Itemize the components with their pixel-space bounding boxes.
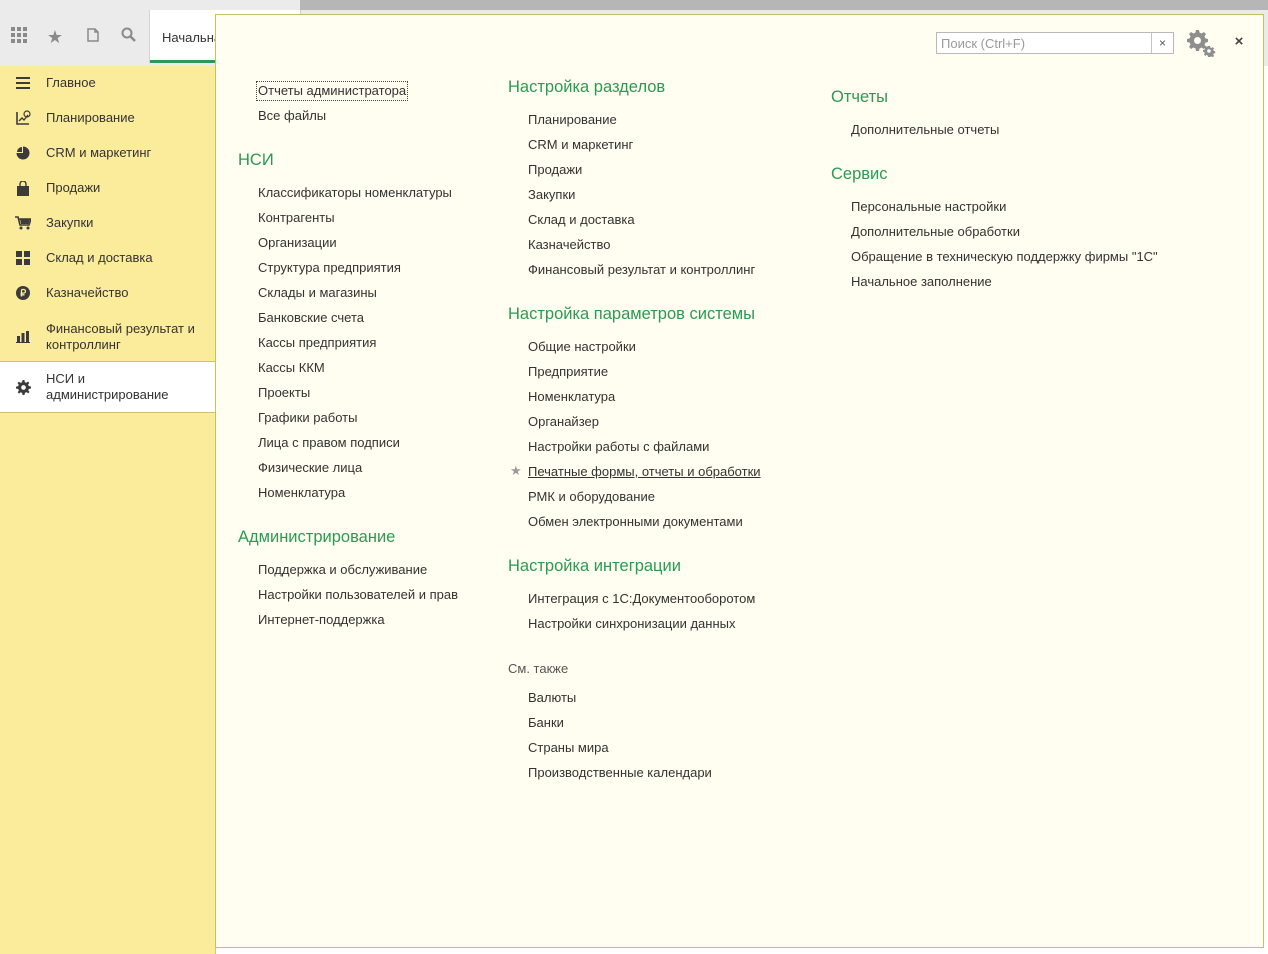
link-see-also-item[interactable]: Производственные календари — [528, 765, 712, 781]
section-title-system-params: Настройка параметров системы — [508, 305, 755, 323]
sidebar-item-crm[interactable]: CRM и маркетинг — [0, 144, 215, 162]
sidebar-item-main[interactable]: Главное — [0, 74, 215, 92]
bar-chart-icon — [0, 331, 46, 343]
link-system-params-item[interactable]: Органайзер — [528, 414, 599, 430]
link-see-also-item[interactable]: Банки — [528, 715, 564, 731]
section-title-reports: Отчеты — [831, 88, 889, 106]
window-title-strip — [300, 0, 1268, 10]
link-see-also-item[interactable]: Валюты — [528, 690, 576, 706]
sidebar-item-planning[interactable]: Планирование — [0, 109, 215, 127]
sidebar-item-label: Казначейство — [46, 285, 129, 300]
link-nsi-item[interactable]: Классификаторы номенклатуры — [258, 185, 452, 201]
link-system-params-item[interactable]: Настройки работы с файлами — [528, 439, 709, 455]
link-system-params-item[interactable]: РМК и оборудование — [528, 489, 655, 505]
section-title-service: Сервис — [831, 165, 888, 183]
sidebar-item-label: CRM и маркетинг — [46, 145, 152, 160]
link-system-params-item[interactable]: Общие настройки — [528, 339, 636, 355]
sidebar-item-sales[interactable]: Продажи — [0, 179, 215, 197]
sidebar-item-label: Склад и доставка — [46, 250, 153, 265]
section-title-nsi: НСИ — [238, 151, 274, 169]
link-admin-item[interactable]: Настройки пользователей и прав — [258, 587, 458, 603]
search-icon[interactable] — [118, 26, 140, 48]
link-all-files[interactable]: Все файлы — [258, 108, 326, 124]
favorites-star-icon[interactable]: ★ — [44, 26, 66, 48]
ruble-coin-icon — [0, 286, 46, 300]
section-title-integration: Настройка интеграции — [508, 557, 681, 575]
menu-lines-icon — [0, 77, 46, 89]
link-reports-item[interactable]: Дополнительные отчеты — [851, 122, 999, 138]
link-nsi-item[interactable]: Кассы ККМ — [258, 360, 325, 376]
link-service-item[interactable]: Начальное заполнение — [851, 274, 992, 290]
sidebar-item-label: НСИ и администрирование — [46, 371, 169, 402]
link-nsi-item[interactable]: Организации — [258, 235, 337, 251]
sidebar-item-label: Продажи — [46, 180, 101, 195]
search-box: × — [936, 32, 1174, 54]
link-nsi-item[interactable]: Структура предприятия — [258, 260, 401, 276]
sidebar-item-nsi-admin[interactable]: НСИ и администрирование — [0, 361, 215, 413]
link-see-also-item[interactable]: Страны мира — [528, 740, 609, 756]
favorite-star-icon[interactable]: ★ — [510, 463, 522, 479]
link-nsi-item[interactable]: Физические лица — [258, 460, 362, 476]
gear-icon — [0, 379, 46, 395]
link-service-item[interactable]: Обращение в техническую поддержку фирмы … — [851, 249, 1158, 265]
link-nsi-item[interactable]: Кассы предприятия — [258, 335, 376, 351]
close-button[interactable]: × — [1230, 33, 1248, 51]
link-nsi-item[interactable]: Лица с правом подписи — [258, 435, 400, 451]
search-input[interactable] — [937, 33, 1155, 53]
link-nsi-item[interactable]: Склады и магазины — [258, 285, 377, 301]
link-admin-item[interactable]: Интернет-поддержка — [258, 612, 385, 628]
link-service-item[interactable]: Дополнительные обработки — [851, 224, 1020, 240]
link-nsi-item[interactable]: Контрагенты — [258, 210, 335, 226]
see-also-title: См. также — [508, 661, 569, 676]
sidebar-item-treasury[interactable]: Казначейство — [0, 284, 215, 302]
shopping-cart-icon — [0, 216, 46, 230]
link-nsi-item[interactable]: Банковские счета — [258, 310, 364, 326]
sidebar-item-purchases[interactable]: Закупки — [0, 214, 215, 232]
section-title-sections-setup: Настройка разделов — [508, 78, 666, 96]
link-integration-item[interactable]: Настройки синхронизации данных — [528, 616, 736, 632]
link-nsi-item[interactable]: Графики работы — [258, 410, 357, 426]
sections-sidebar: Главное Планирование CRM и маркетинг Про… — [0, 66, 216, 954]
link-nsi-item[interactable]: Проекты — [258, 385, 310, 401]
link-system-params-item[interactable]: Печатные формы, отчеты и обработки — [528, 464, 761, 480]
sidebar-item-finance[interactable]: Финансовый результат и контроллинг — [0, 320, 215, 354]
link-system-params-item[interactable]: Номенклатура — [528, 389, 615, 405]
warehouse-grid-icon — [0, 251, 46, 265]
link-system-params-item[interactable]: Предприятие — [528, 364, 608, 380]
link-sections-setup-item[interactable]: Склад и доставка — [528, 212, 635, 228]
sidebar-item-label: Финансовый результат и контроллинг — [46, 321, 195, 352]
section-panel: × × Отчеты администратора Все файлы НСИ … — [215, 14, 1264, 948]
settings-gear-icon[interactable] — [1186, 29, 1216, 58]
link-sections-setup-item[interactable]: Казначейство — [528, 237, 610, 253]
link-service-item[interactable]: Персональные настройки — [851, 199, 1006, 215]
section-title-admin: Администрирование — [238, 528, 396, 546]
link-sections-setup-item[interactable]: Закупки — [528, 187, 575, 203]
link-system-params-item[interactable]: Обмен электронными документами — [528, 514, 743, 530]
link-nsi-item[interactable]: Номенклатура — [258, 485, 345, 501]
sidebar-item-warehouse[interactable]: Склад и доставка — [0, 249, 215, 267]
link-sections-setup-item[interactable]: Планирование — [528, 112, 617, 128]
chart-dollar-icon — [0, 110, 46, 126]
history-icon[interactable] — [82, 26, 104, 48]
sidebar-item-label: Планирование — [46, 110, 135, 125]
link-integration-item[interactable]: Интеграция с 1С:Документооборотом — [528, 591, 755, 607]
shopping-bag-icon — [0, 180, 46, 196]
link-admin-item[interactable]: Поддержка и обслуживание — [258, 562, 427, 578]
search-clear-button[interactable]: × — [1151, 33, 1173, 53]
sidebar-item-label: Закупки — [46, 215, 94, 230]
link-sections-setup-item[interactable]: Продажи — [528, 162, 582, 178]
pie-chart-icon — [0, 146, 46, 160]
apps-grid-icon[interactable] — [8, 26, 30, 48]
link-sections-setup-item[interactable]: CRM и маркетинг — [528, 137, 633, 153]
link-sections-setup-item[interactable]: Финансовый результат и контроллинг — [528, 262, 755, 278]
sidebar-item-label: Главное — [46, 75, 96, 90]
link-admin-reports[interactable]: Отчеты администратора — [255, 81, 409, 101]
